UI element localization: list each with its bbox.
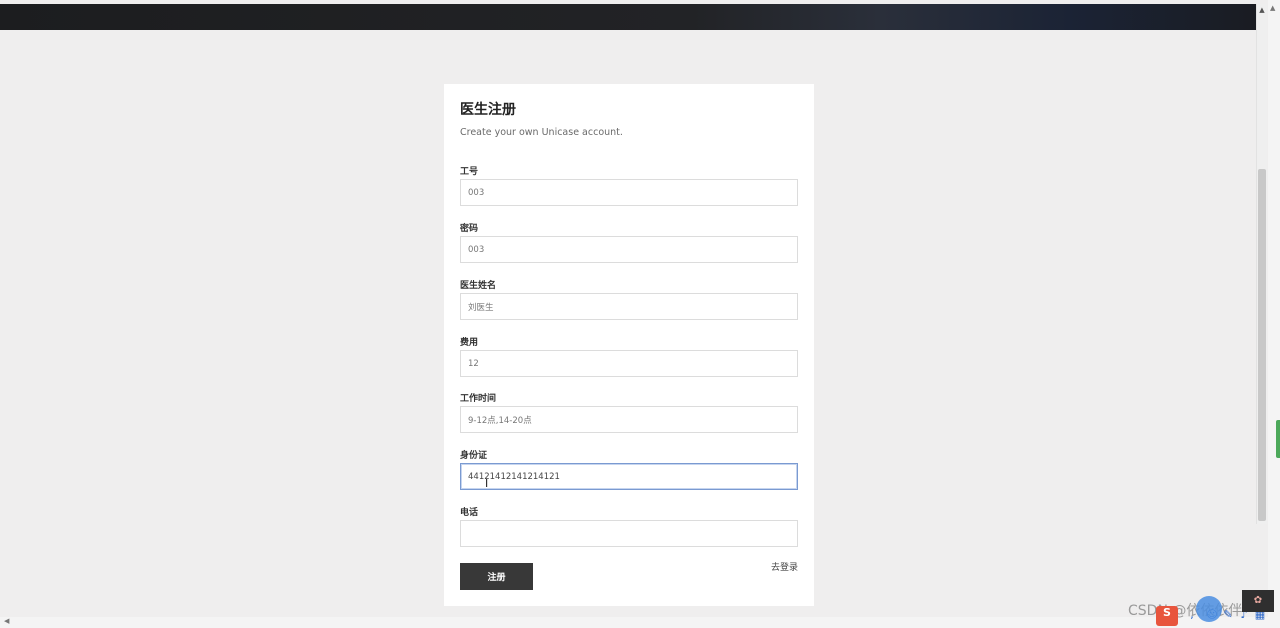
- scroll-up-icon[interactable]: ▲: [1257, 6, 1267, 14]
- work-hours-input[interactable]: [460, 406, 798, 433]
- register-button[interactable]: 注册: [460, 563, 533, 590]
- text-cursor-icon: I: [485, 477, 489, 490]
- label-password: 密码: [460, 224, 479, 234]
- sogou-ime-icon[interactable]: S: [1156, 606, 1178, 626]
- scroll-left-icon[interactable]: ◀: [4, 617, 9, 625]
- floating-assistant-icon[interactable]: [1196, 596, 1222, 622]
- phone-input[interactable]: [460, 520, 798, 547]
- label-work-hours: 工作时间: [460, 394, 497, 404]
- vertical-scrollbar[interactable]: ▲: [1256, 4, 1267, 524]
- page-subtitle: Create your own Unicase account.: [460, 127, 623, 138]
- label-employee-id: 工号: [460, 167, 479, 177]
- go-login-link[interactable]: 去登录: [771, 560, 798, 573]
- label-fee: 费用: [460, 338, 479, 348]
- page-title: 医生注册: [460, 102, 516, 118]
- horizontal-scrollbar[interactable]: ◀: [0, 617, 1268, 628]
- label-doctor-name: 医生姓名: [460, 281, 497, 291]
- scrollbar-thumb[interactable]: [1258, 169, 1266, 521]
- password-input[interactable]: [460, 236, 798, 263]
- label-id-card: 身份证: [460, 451, 488, 461]
- label-phone: 电话: [460, 508, 479, 518]
- header-banner: [0, 4, 1258, 30]
- scroll-up-arrow-icon[interactable]: ▲: [1270, 4, 1275, 12]
- side-tab[interactable]: [1276, 420, 1280, 458]
- corner-widget-icon[interactable]: ✿: [1242, 590, 1274, 612]
- doctor-name-input[interactable]: [460, 293, 798, 320]
- employee-id-input[interactable]: [460, 179, 798, 206]
- outer-scrollbar[interactable]: ▲: [1268, 0, 1280, 628]
- register-card: 医生注册 Create your own Unicase account. 工号…: [444, 84, 814, 606]
- pen-icon[interactable]: ✎: [1222, 608, 1234, 622]
- fee-input[interactable]: [460, 350, 798, 377]
- id-card-input[interactable]: [460, 463, 798, 490]
